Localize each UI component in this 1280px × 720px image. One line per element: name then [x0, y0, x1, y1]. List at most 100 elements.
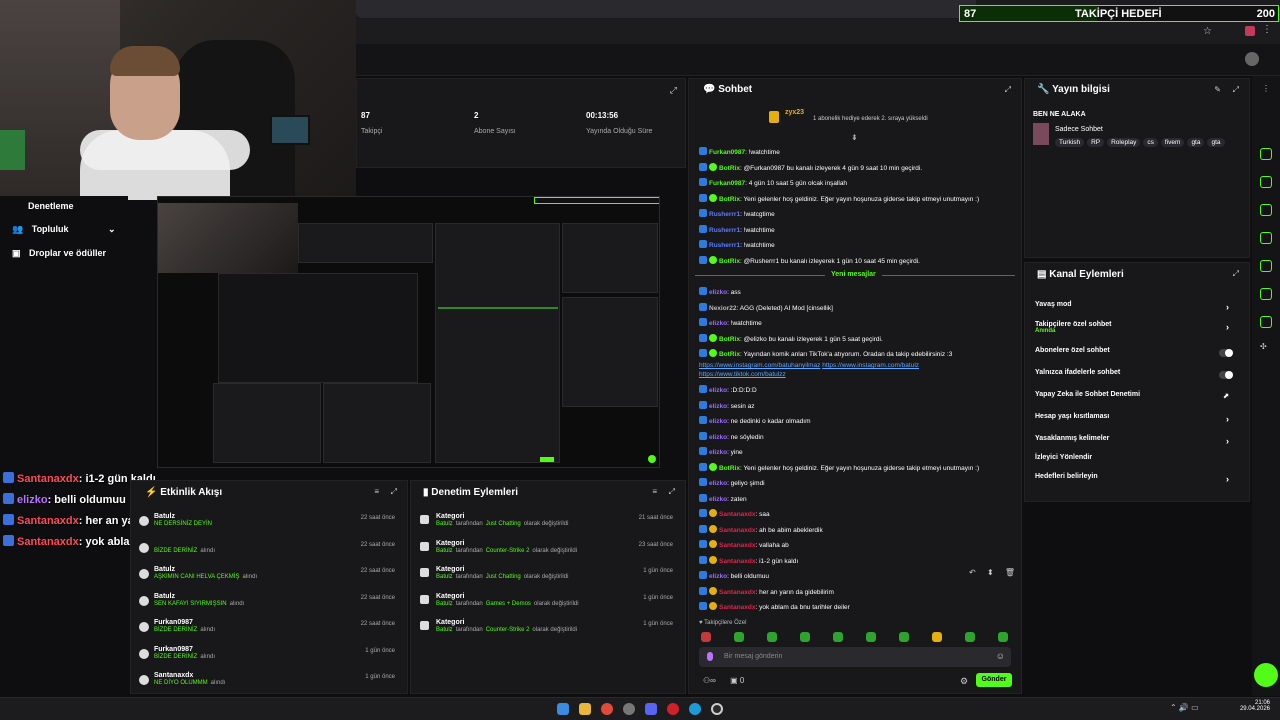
- channel-action-item[interactable]: Takipçilere özel sohbet Anında ›: [1035, 321, 1235, 337]
- toggle-switch[interactable]: [1219, 371, 1233, 379]
- rail-icon-7[interactable]: [1260, 316, 1272, 328]
- edge-icon[interactable]: [689, 703, 701, 715]
- chat-username[interactable]: elizko: [709, 320, 727, 327]
- reply-icon[interactable]: ↶: [969, 568, 976, 577]
- chat-input[interactable]: Bir mesaj gönderin ☺: [699, 647, 1011, 667]
- edit-icon[interactable]: ✎: [1214, 85, 1221, 94]
- channel-action-item[interactable]: Hedefleri belirleyin ›: [1035, 473, 1235, 489]
- delete-icon[interactable]: 🗑: [1005, 568, 1015, 577]
- chat-username[interactable]: BotRix: [719, 165, 740, 172]
- tag-chip[interactable]: Roleplay: [1107, 138, 1141, 147]
- filter-icon[interactable]: ≡: [374, 487, 379, 496]
- gear-icon[interactable]: ⚙: [960, 676, 968, 687]
- send-button[interactable]: Gönder: [976, 673, 1012, 687]
- file-explorer-icon[interactable]: [579, 703, 591, 715]
- expand-icon[interactable]: ⤢: [391, 487, 397, 497]
- sidebar-item-moderation[interactable]: Denetleme: [28, 201, 74, 211]
- emote-icon[interactable]: [899, 632, 909, 642]
- rail-icon-4[interactable]: [1260, 232, 1272, 244]
- emote-icon[interactable]: [932, 632, 942, 642]
- chat-username[interactable]: elizko: [709, 289, 727, 296]
- emote-icon[interactable]: [833, 632, 843, 642]
- tag-chip[interactable]: gta: [1207, 138, 1225, 147]
- instagram-link-2[interactable]: https://www.instagram.com/batulz: [822, 362, 919, 369]
- menu-dots-icon[interactable]: ⋮: [1262, 24, 1272, 35]
- pin-message-icon[interactable]: ⬍: [987, 568, 994, 577]
- expand-icon[interactable]: ⤢: [670, 85, 677, 96]
- chat-username[interactable]: Furkan0987: [709, 180, 745, 187]
- emote-icon[interactable]: [866, 632, 876, 642]
- sidebar-item-community[interactable]: 👥 Topluluk ⌄: [12, 224, 116, 235]
- sidebar-item-drops[interactable]: ▣ Droplar ve ödüller: [12, 248, 106, 259]
- chat-username[interactable]: elizko: [709, 403, 727, 410]
- clock[interactable]: 21:06 29.04.2026: [1236, 700, 1270, 712]
- chat-username[interactable]: Santanaxdx: [719, 542, 756, 549]
- chat-username[interactable]: elizko: [709, 573, 727, 580]
- chat-username[interactable]: elizko: [709, 387, 727, 394]
- chat-username[interactable]: Rusherrr1: [709, 211, 740, 218]
- rail-icon-2[interactable]: [1260, 176, 1272, 188]
- address-bar[interactable]: [356, 0, 976, 18]
- rail-icon-6[interactable]: [1260, 288, 1272, 300]
- user-avatar[interactable]: [1245, 52, 1259, 66]
- chat-username[interactable]: Santanaxdx: [719, 511, 756, 518]
- chat-username[interactable]: Santanaxdx: [719, 527, 756, 534]
- channel-action-item[interactable]: Yavaş mod ›: [1035, 301, 1235, 317]
- pin-icon[interactable]: ⇟: [851, 133, 858, 142]
- channel-action-item[interactable]: Hesap yaşı kısıtlaması ›: [1035, 413, 1235, 429]
- add-widget-icon[interactable]: ✣: [1260, 342, 1267, 351]
- filter-icon[interactable]: ≡: [652, 487, 657, 496]
- gift-count-icon[interactable]: ▣ 0: [730, 676, 744, 685]
- instagram-link[interactable]: https://www.instagram.com/batuhanyilmaz: [699, 362, 820, 369]
- expand-icon[interactable]: ⤢: [669, 487, 675, 497]
- emote-icon[interactable]: [998, 632, 1008, 642]
- chat-username[interactable]: BotRix: [719, 196, 740, 203]
- channel-action-item[interactable]: İzleyici Yönlendir: [1035, 454, 1235, 470]
- chat-username[interactable]: BotRix: [719, 351, 740, 358]
- emote-icon[interactable]: [767, 632, 777, 642]
- channel-action-item[interactable]: Abonelere özel sohbet: [1035, 347, 1235, 363]
- windows-start-icon[interactable]: [557, 703, 569, 715]
- tag-chip[interactable]: cs: [1143, 138, 1158, 147]
- profile-avatar[interactable]: [1245, 26, 1255, 36]
- emote-icon[interactable]: [701, 632, 711, 642]
- rail-icon-1[interactable]: [1260, 148, 1272, 160]
- chat-username[interactable]: BotRix: [719, 336, 740, 343]
- chat-username[interactable]: elizko: [709, 449, 727, 456]
- expand-icon[interactable]: ⤢: [1005, 85, 1011, 95]
- chat-username[interactable]: Santanaxdx: [719, 604, 756, 611]
- users-icon[interactable]: ⚇∞: [703, 676, 716, 685]
- support-icon[interactable]: [1254, 663, 1278, 687]
- emoji-icon[interactable]: ☺: [996, 651, 1005, 661]
- rail-icon-3[interactable]: [1260, 204, 1272, 216]
- expand-icon[interactable]: ⤢: [1233, 269, 1239, 279]
- chat-username[interactable]: Rusherrr1: [709, 242, 740, 249]
- chat-username[interactable]: elizko: [709, 418, 727, 425]
- chat-username[interactable]: Furkan0987: [709, 149, 745, 156]
- chat-username[interactable]: Santanaxdx: [719, 558, 756, 565]
- chat-username[interactable]: Rusherrr1: [709, 227, 740, 234]
- chat-username[interactable]: Nexior22: [709, 305, 736, 312]
- tag-chip[interactable]: gta: [1187, 138, 1205, 147]
- star-icon[interactable]: ☆: [1203, 26, 1212, 37]
- channel-action-item[interactable]: Yasaklanmış kelimeler ›: [1035, 435, 1235, 451]
- channel-action-item[interactable]: Yapay Zeka ile Sohbet Denetimi ⬈: [1035, 391, 1235, 407]
- expand-icon[interactable]: ⤢: [1233, 85, 1239, 95]
- toggle-switch[interactable]: [1219, 349, 1233, 357]
- more-icon[interactable]: ⋮: [1262, 84, 1270, 93]
- chrome-icon[interactable]: [601, 703, 613, 715]
- emote-icon[interactable]: [734, 632, 744, 642]
- chat-username[interactable]: BotRix: [719, 258, 740, 265]
- tag-chip[interactable]: RP: [1087, 138, 1105, 147]
- opera-icon[interactable]: [667, 703, 679, 715]
- emote-icon[interactable]: [800, 632, 810, 642]
- discord-icon[interactable]: [645, 703, 657, 715]
- channel-action-item[interactable]: Yalnızca ifadelerle sohbet: [1035, 369, 1235, 385]
- chat-username[interactable]: elizko: [709, 496, 727, 503]
- obs-icon[interactable]: [711, 703, 723, 715]
- app-icon[interactable]: [623, 703, 635, 715]
- emote-icon[interactable]: [965, 632, 975, 642]
- chat-username[interactable]: BotRix: [719, 465, 740, 472]
- tiktok-link[interactable]: https://www.tiktok.com/batulzz: [699, 371, 786, 378]
- rail-icon-5[interactable]: [1260, 260, 1272, 272]
